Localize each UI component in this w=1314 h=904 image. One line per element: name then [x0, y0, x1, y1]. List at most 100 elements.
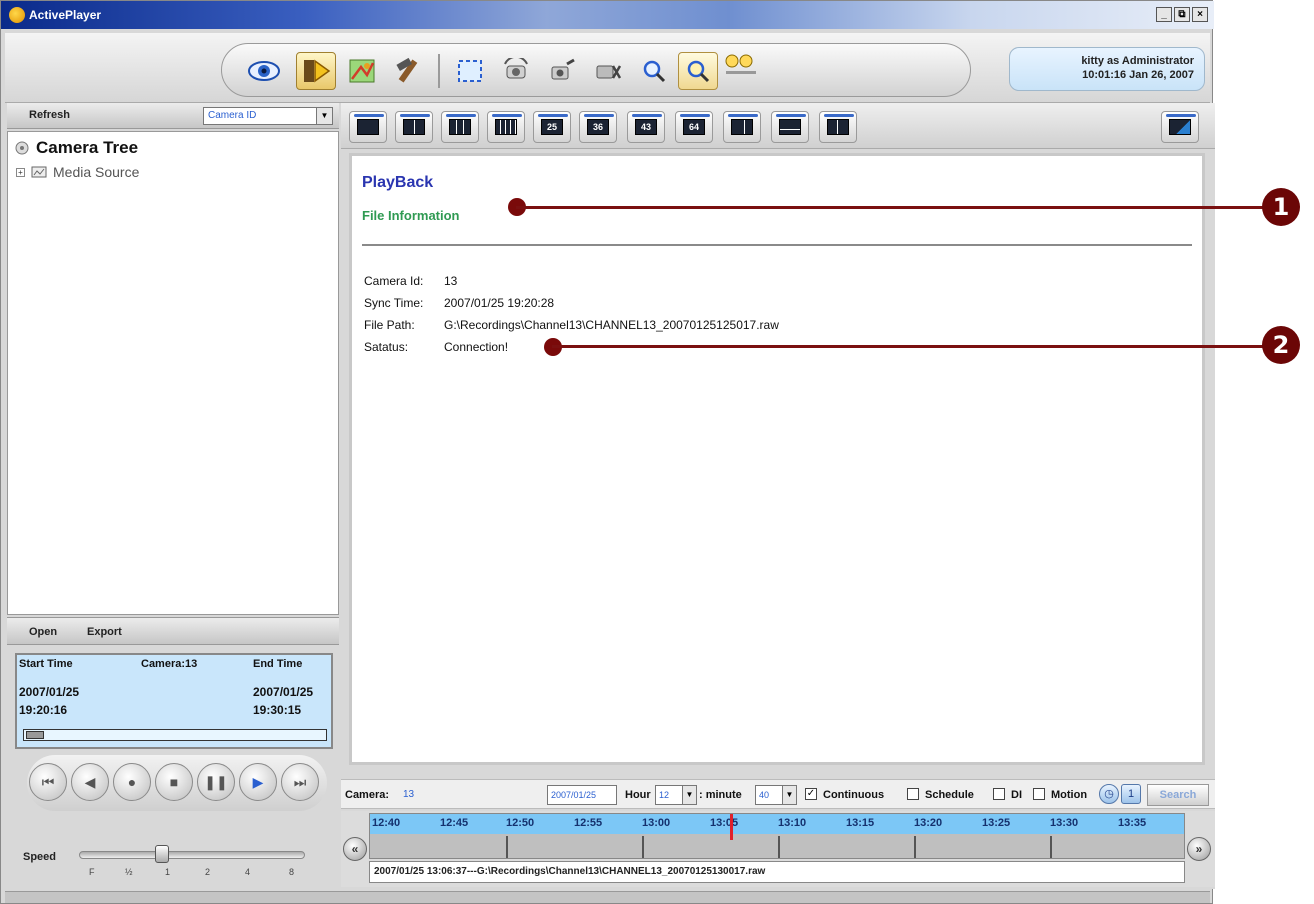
- layout-36-button[interactable]: 36: [579, 111, 617, 143]
- zoom-out-button[interactable]: [678, 52, 718, 90]
- record-button[interactable]: [588, 52, 628, 90]
- timeline-next-button[interactable]: »: [1187, 837, 1211, 861]
- layout-16-button[interactable]: [487, 111, 525, 143]
- status-value: Connection!: [444, 340, 509, 354]
- play-button[interactable]: ▶: [239, 763, 277, 801]
- timeline-gridline: [1050, 836, 1052, 858]
- expand-icon[interactable]: +: [16, 167, 25, 177]
- speed-slider-thumb[interactable]: [155, 845, 169, 863]
- timeline-file-entry[interactable]: 2007/01/25 13:06:37---G:\Recordings\Chan…: [369, 861, 1185, 883]
- layout-toolbar: 25 36 43 64: [341, 103, 1215, 149]
- speed-tick: F: [89, 867, 95, 877]
- timeline-tick: 13:20: [914, 817, 943, 829]
- open-button[interactable]: Open: [29, 626, 57, 638]
- layout-custom2-button[interactable]: [771, 111, 809, 143]
- chevron-down-icon[interactable]: ▼: [782, 786, 796, 804]
- timeline-gridline: [778, 836, 780, 858]
- layout-custom1-button[interactable]: [723, 111, 761, 143]
- file-path-value: G:\Recordings\Channel13\CHANNEL13_200701…: [444, 318, 779, 332]
- media-source-icon: [31, 166, 47, 178]
- title-bar: ActivePlayer _ ⧉ ×: [1, 1, 1214, 29]
- layout-1-button[interactable]: [349, 111, 387, 143]
- live-view-button[interactable]: [244, 52, 284, 90]
- speed-tick: ½: [125, 867, 133, 877]
- timeline-cursor[interactable]: [730, 814, 733, 840]
- zoom-in-button[interactable]: [634, 52, 674, 90]
- ptz-button[interactable]: [496, 52, 536, 90]
- calendar-icon[interactable]: 1: [1121, 784, 1141, 804]
- hour-select[interactable]: 12 ▼: [655, 785, 697, 805]
- playback-button[interactable]: [296, 52, 336, 90]
- timeline-tick: 13:25: [982, 817, 1011, 829]
- time-scrollbar-thumb[interactable]: [26, 731, 44, 739]
- di-checkbox[interactable]: [993, 788, 1005, 800]
- snapshot-button[interactable]: [542, 52, 582, 90]
- end-time: 19:30:15: [253, 703, 302, 717]
- camera-search-value: 13: [403, 789, 415, 800]
- layout-43-button[interactable]: 43: [627, 111, 665, 143]
- export-button[interactable]: Export: [87, 626, 122, 638]
- speed-slider[interactable]: [79, 851, 305, 859]
- close-button[interactable]: ×: [1192, 7, 1208, 22]
- clock-icon[interactable]: ◷: [1099, 784, 1119, 804]
- camera-tree: Camera Tree + Media Source: [7, 131, 339, 615]
- timeline-tick: 12:50: [506, 817, 535, 829]
- time-scrollbar[interactable]: [23, 729, 327, 741]
- skip-start-button[interactable]: ⏮: [29, 763, 67, 801]
- tree-item-media-source[interactable]: + Media Source: [16, 164, 139, 180]
- end-date: 2007/01/25: [253, 685, 314, 699]
- timeline-bar[interactable]: 12:40 12:45 12:50 12:55 13:00 13:05 13:1…: [369, 813, 1185, 859]
- schedule-checkbox[interactable]: [907, 788, 919, 800]
- skip-start-icon: ⏮: [41, 773, 55, 790]
- playback-controls: ⏮ ◀ ● ■ ❚❚ ▶ ⏭: [27, 755, 327, 811]
- record-icon: [596, 65, 622, 79]
- layout-indicator: [1166, 114, 1196, 117]
- layout-9-button[interactable]: [441, 111, 479, 143]
- timeline: « 12:40 12:45 12:50 12:55 13:00 13:05 13…: [341, 811, 1215, 887]
- reverse-button[interactable]: ◀: [71, 763, 109, 801]
- layout-indicator: [632, 114, 662, 117]
- layout-indicator: [538, 114, 568, 117]
- motion-checkbox[interactable]: [1033, 788, 1045, 800]
- timeline-tick: 13:05: [710, 817, 739, 829]
- chevron-right-icon: »: [1195, 842, 1203, 856]
- emap-button[interactable]: [342, 52, 382, 90]
- record-playback-button[interactable]: ●: [113, 763, 151, 801]
- layout-25-button[interactable]: 25: [533, 111, 571, 143]
- layout-4-button[interactable]: [395, 111, 433, 143]
- layout-9-icon: [449, 119, 471, 135]
- user-datetime: 10:01:16 Jan 26, 2007: [1082, 69, 1194, 81]
- refresh-button[interactable]: Refresh: [29, 109, 70, 121]
- layout-indicator: [492, 114, 522, 117]
- fullscreen-button[interactable]: [450, 52, 490, 90]
- camera-id-select[interactable]: Camera ID ▼: [203, 107, 333, 125]
- pause-button[interactable]: ❚❚: [197, 763, 235, 801]
- timeline-prev-button[interactable]: «: [343, 837, 367, 861]
- user-name: kitty as Administrator: [1081, 55, 1194, 67]
- tools-icon: [396, 57, 418, 83]
- maximize-button[interactable]: ⧉: [1174, 7, 1190, 22]
- chevron-down-icon[interactable]: ▼: [682, 786, 696, 804]
- chevron-left-icon: «: [351, 842, 359, 856]
- hour-value: 12: [659, 790, 670, 800]
- timeline-tick: 13:30: [1050, 817, 1079, 829]
- minute-select[interactable]: 40 ▼: [755, 785, 797, 805]
- layout-25-icon: 25: [541, 119, 563, 135]
- date-field[interactable]: 2007/01/25: [547, 785, 617, 805]
- layout-64-button[interactable]: 64: [675, 111, 713, 143]
- layout-indicator: [680, 114, 710, 117]
- audio-button[interactable]: [722, 46, 762, 82]
- search-button[interactable]: Search: [1147, 784, 1209, 806]
- continuous-checkbox[interactable]: ✓: [805, 788, 817, 800]
- skip-end-button[interactable]: ⏭: [281, 763, 319, 801]
- layout-custom3-button[interactable]: [819, 111, 857, 143]
- tree-root[interactable]: Camera Tree: [14, 138, 138, 158]
- speed-tick: 1: [165, 867, 171, 877]
- layout-settings-button[interactable]: [1161, 111, 1199, 143]
- settings-button[interactable]: [388, 52, 428, 90]
- start-date: 2007/01/25: [19, 685, 80, 699]
- camera-label: Camera:13: [141, 658, 198, 670]
- minimize-button[interactable]: _: [1156, 7, 1172, 22]
- chevron-down-icon[interactable]: ▼: [316, 108, 332, 124]
- stop-button[interactable]: ■: [155, 763, 193, 801]
